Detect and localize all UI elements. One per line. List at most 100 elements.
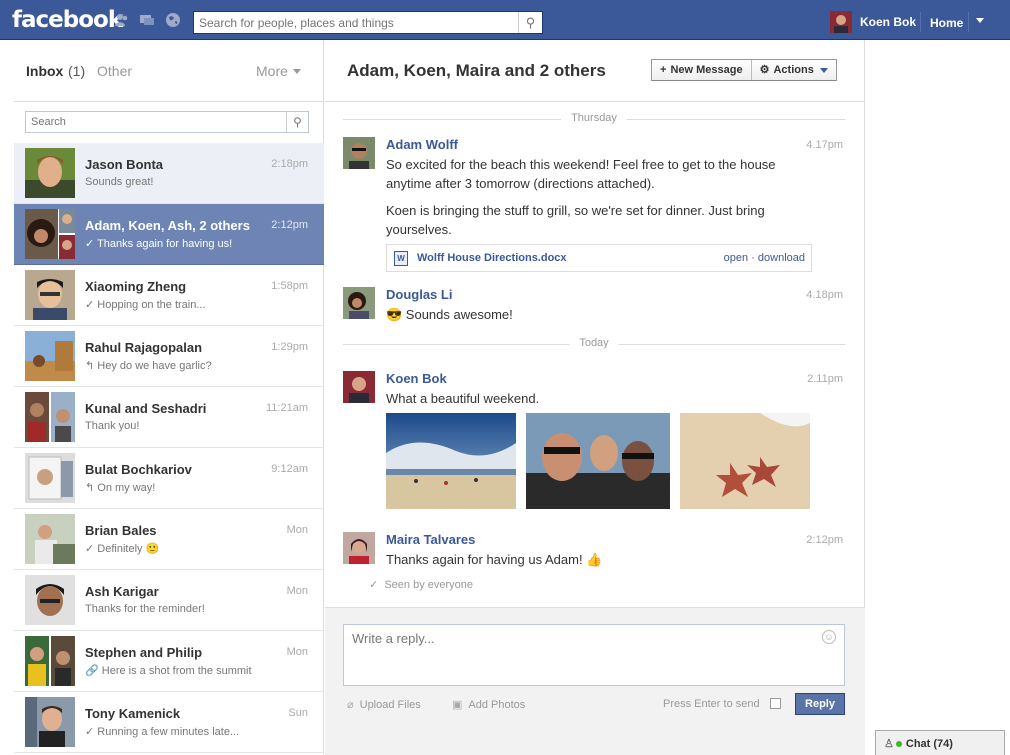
reply-input[interactable]: [343, 624, 845, 686]
facebook-logo[interactable]: facebook: [12, 7, 123, 33]
thread-time: 2:18pm: [271, 158, 308, 170]
add-photos-button[interactable]: ▣ Add Photos: [452, 698, 525, 711]
reply-arrow-icon: ↰: [85, 482, 95, 494]
friend-requests-icon[interactable]: [114, 12, 130, 28]
chevron-down-icon[interactable]: [293, 69, 301, 74]
check-icon: ✓: [369, 579, 379, 591]
avatar: [25, 331, 75, 381]
thread-search: ⚲: [25, 111, 309, 133]
day-separator: Thursday: [343, 112, 845, 124]
message-time: 2.11pm: [807, 373, 843, 385]
attachment-links[interactable]: open · download: [724, 252, 805, 264]
thread-snippet: 🔗 Here is a shot from the summit: [85, 665, 252, 677]
divider: [968, 12, 969, 32]
photo-thumbnail-beach[interactable]: [386, 413, 516, 509]
thread-time: 2:12pm: [271, 219, 308, 231]
thread-time: 9:12am: [271, 463, 308, 475]
reply-button[interactable]: Reply: [795, 693, 845, 715]
thread-snippet: ✓ Definitely 🙂: [85, 543, 160, 555]
thread-name: Stephen and Philip: [85, 645, 203, 660]
sent-check-icon: ✓: [85, 238, 95, 250]
conversation-toolbar: + New Message ⚙ Actions: [651, 59, 837, 81]
photo-icon: ▣: [452, 699, 463, 711]
avatar: [25, 148, 75, 198]
thread-row[interactable]: Xiaoming Zheng ✓ Hopping on the train...…: [14, 265, 324, 326]
message-body: 😎 Sounds awesome!: [386, 307, 513, 322]
thread-snippet: Sounds great!: [85, 176, 154, 188]
thread-snippet: ✓ Hopping on the train...: [85, 299, 206, 311]
group-avatar: [25, 392, 75, 442]
actions-button[interactable]: ⚙ Actions: [750, 60, 836, 80]
avatar: [25, 514, 75, 564]
messages-icon[interactable]: [139, 12, 155, 28]
thread-snippet: ↰ On my way!: [85, 482, 156, 494]
search-icon[interactable]: ⚲: [286, 112, 308, 132]
press-enter-checkbox[interactable]: [770, 698, 781, 709]
group-avatar: [25, 636, 75, 686]
thread-time: Mon: [286, 646, 308, 658]
message: Douglas Li 4.18pm 😎 Sounds awesome!: [343, 287, 845, 327]
message-author[interactable]: Koen Bok: [386, 371, 447, 386]
thread-name: Ash Karigar: [85, 584, 159, 599]
more-menu[interactable]: More: [256, 63, 288, 79]
thread-row[interactable]: Stephen and Philip 🔗 Here is a shot from…: [14, 631, 324, 692]
thread-time: 1:29pm: [271, 341, 308, 353]
day-separator: Today: [343, 337, 845, 349]
thread-row-selected[interactable]: Adam, Koen, Ash, 2 others ✓ Thanks again…: [14, 204, 324, 265]
message-time: 4.18pm: [806, 289, 843, 301]
thread-time: Mon: [286, 524, 308, 536]
emoticon-icon[interactable]: ☺: [822, 630, 836, 644]
message-time: 2:12pm: [806, 534, 843, 546]
upload-files-button[interactable]: ⌀ Upload Files: [347, 698, 421, 711]
profile-link[interactable]: Koen Bok: [830, 11, 917, 33]
thread-time: 11:21am: [266, 402, 308, 414]
thread-list-panel: Inbox (1) Other More ⚲ Jason Bonta Sound…: [14, 40, 324, 755]
thread-name: Tony Kamenick: [85, 706, 181, 721]
seen-receipt: ✓ Seen by everyone: [369, 579, 474, 591]
thread-name: Bulat Bochkariov: [85, 462, 192, 477]
message-time: 4.17pm: [806, 139, 843, 151]
thread-name: Xiaoming Zheng: [85, 279, 187, 294]
global-search: ⚲: [193, 11, 543, 34]
avatar: [830, 11, 852, 33]
file-attachment[interactable]: W Wolff House Directions.docx open · dow…: [386, 244, 812, 272]
avatar[interactable]: [343, 371, 375, 403]
person-icon: ♙: [884, 738, 894, 750]
attachment-link-icon: 🔗: [85, 665, 99, 677]
avatar[interactable]: [343, 137, 375, 169]
message-author[interactable]: Douglas Li: [386, 287, 452, 302]
photo-thumbnail-friends[interactable]: [526, 413, 670, 509]
thread-row[interactable]: Tony Kamenick ✓ Running a few minutes la…: [14, 692, 324, 753]
new-message-button[interactable]: + New Message: [652, 60, 751, 80]
chevron-down-icon: [819, 67, 828, 73]
notifications-globe-icon[interactable]: [165, 12, 181, 28]
attachment-filename[interactable]: Wolff House Directions.docx: [417, 252, 567, 264]
account-menu-chevron-down-icon[interactable]: [976, 18, 984, 23]
reply-composer: ☺ ⌀Upload Files ▣Add Photos Press Enter …: [325, 607, 865, 755]
chat-dock[interactable]: ♙ Chat (74): [875, 730, 1005, 755]
thread-time: Mon: [286, 585, 308, 597]
profile-name: Koen Bok: [860, 15, 917, 29]
tab-other[interactable]: Other: [97, 63, 132, 79]
thread-row[interactable]: Brian Bales ✓ Definitely 🙂 Mon: [14, 509, 324, 570]
global-search-input[interactable]: [194, 12, 516, 33]
thread-row[interactable]: Jason Bonta Sounds great! 2:18pm: [14, 143, 324, 204]
group-avatar: [25, 209, 75, 259]
thread-row[interactable]: Bulat Bochkariov ↰ On my way! 9:12am: [14, 448, 324, 509]
tab-inbox[interactable]: Inbox: [26, 63, 63, 79]
message-author[interactable]: Maira Talvares: [386, 532, 475, 547]
thread-list: Jason Bonta Sounds great! 2:18pm Adam, K…: [14, 143, 324, 753]
avatar[interactable]: [343, 532, 375, 564]
thread-row[interactable]: Rahul Rajagopalan ↰ Hey do we have garli…: [14, 326, 324, 387]
avatar[interactable]: [343, 287, 375, 319]
word-document-icon: W: [394, 251, 408, 266]
sent-check-icon: ✓: [85, 726, 95, 738]
search-icon[interactable]: ⚲: [518, 12, 542, 33]
thread-row[interactable]: Kunal and Seshadri Thank you! 11:21am: [14, 387, 324, 448]
message-author[interactable]: Adam Wolff: [386, 137, 458, 152]
thread-row[interactable]: Ash Karigar Thanks for the reminder! Mon: [14, 570, 324, 631]
thread-search-input[interactable]: [26, 112, 286, 132]
home-link[interactable]: Home: [930, 16, 963, 30]
gear-icon: ⚙: [759, 64, 770, 76]
photo-thumbnail-starfish[interactable]: [680, 413, 810, 509]
